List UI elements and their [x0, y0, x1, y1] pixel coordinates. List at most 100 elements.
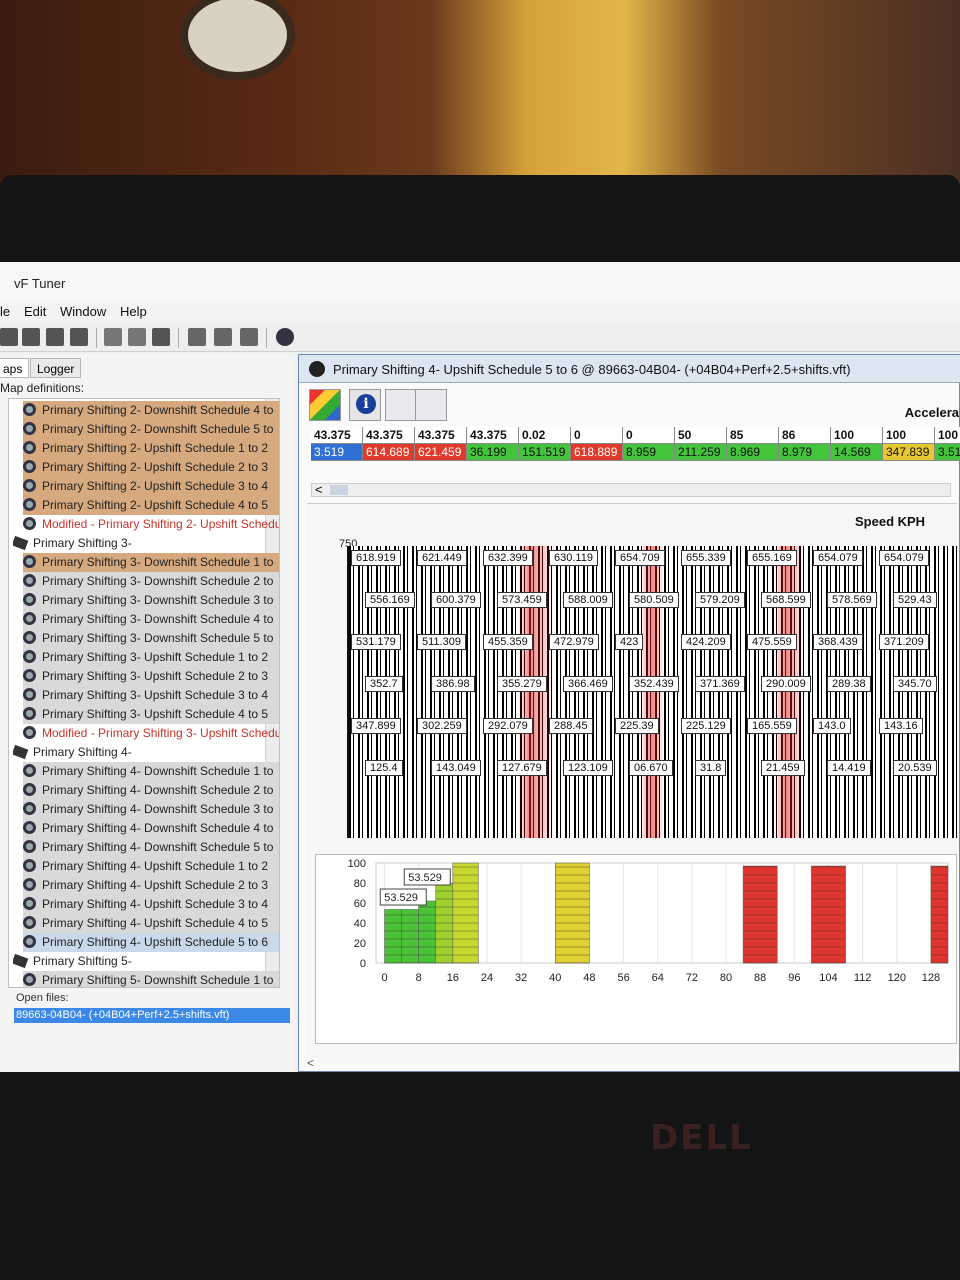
tree-item[interactable]: Primary Shifting 3- Downshift Schedule 2…: [23, 572, 279, 591]
surface-value-label: 289.38: [827, 676, 871, 692]
tree-folder[interactable]: Primary Shifting 4-: [13, 743, 275, 762]
open-icon[interactable]: [0, 328, 18, 346]
tree-item[interactable]: Modified - Primary Shifting 2- Upshift S…: [23, 515, 279, 534]
tree-item[interactable]: Primary Shifting 4- Upshift Schedule 5 t…: [23, 933, 279, 952]
gear-icon: [23, 650, 36, 663]
menu-file[interactable]: le: [0, 304, 10, 319]
y-tick-label: 100: [348, 858, 366, 870]
tab-maps[interactable]: aps: [0, 358, 30, 378]
tree-item[interactable]: Primary Shifting 3- Upshift Schedule 4 t…: [23, 705, 279, 724]
page-icon[interactable]: [415, 389, 447, 421]
surface-value-label: 355.279: [497, 676, 547, 692]
tree-folder[interactable]: Primary Shifting 3-: [13, 534, 275, 553]
color-palette-icon[interactable]: [309, 389, 341, 421]
screen: vF Tuner le Edit Window Help aps Logger …: [0, 262, 960, 1072]
table-header-cell: 0.02: [519, 427, 571, 444]
paste-icon[interactable]: [152, 328, 170, 346]
table-cell[interactable]: 8.959: [623, 444, 675, 461]
tree-item[interactable]: Primary Shifting 5- Downshift Schedule 1…: [23, 971, 279, 987]
info-icon[interactable]: [349, 389, 381, 421]
table-cell[interactable]: 614.689: [363, 444, 415, 461]
x-tick-label: 32: [515, 972, 527, 984]
tree-item[interactable]: Primary Shifting 2- Upshift Schedule 4 t…: [23, 496, 279, 515]
tree-item-label: Primary Shifting 3- Downshift Schedule 5…: [42, 631, 274, 645]
x-tick-label: 48: [583, 972, 595, 984]
save-all-icon[interactable]: [70, 328, 88, 346]
save-icon[interactable]: [46, 328, 64, 346]
brand-logo: DELL: [650, 1118, 753, 1158]
tile-vertical-icon[interactable]: [240, 328, 258, 346]
tree-item[interactable]: Primary Shifting 4- Upshift Schedule 2 t…: [23, 876, 279, 895]
table-cell[interactable]: 14.569: [831, 444, 883, 461]
table-horizontal-scrollbar[interactable]: [311, 482, 951, 497]
surface-value-label: 600.379: [431, 592, 481, 608]
table-cell[interactable]: 621.459: [415, 444, 467, 461]
tile-horizontal-icon[interactable]: [214, 328, 232, 346]
table-cell[interactable]: 8.969: [727, 444, 779, 461]
tree-item[interactable]: Primary Shifting 4- Downshift Schedule 2…: [23, 781, 279, 800]
table-cell[interactable]: 151.519: [519, 444, 571, 461]
table-cell[interactable]: 36.199: [467, 444, 519, 461]
settings-gear-icon[interactable]: [276, 328, 294, 346]
surface-value-label: 424.209: [681, 634, 731, 650]
surface-value-label: 366.469: [563, 676, 613, 692]
x-tick-label: 56: [617, 972, 629, 984]
tab-logger[interactable]: Logger: [30, 358, 82, 378]
page-icon[interactable]: [385, 389, 417, 421]
tree-item[interactable]: Primary Shifting 2- Upshift Schedule 3 t…: [23, 477, 279, 496]
map-window-title-bar[interactable]: Primary Shifting 4- Upshift Schedule 5 t…: [299, 355, 960, 383]
tree-item[interactable]: Primary Shifting 4- Upshift Schedule 4 t…: [23, 914, 279, 933]
tree-item[interactable]: Primary Shifting 4- Upshift Schedule 3 t…: [23, 895, 279, 914]
menu-window[interactable]: Window: [60, 304, 106, 319]
tree-item[interactable]: Primary Shifting 3- Downshift Schedule 3…: [23, 591, 279, 610]
table-cell[interactable]: 211.259: [675, 444, 727, 461]
tree-item[interactable]: Primary Shifting 3- Upshift Schedule 3 t…: [23, 686, 279, 705]
annotation-label: 53.529: [408, 872, 442, 884]
scroll-thumb[interactable]: [330, 485, 348, 495]
table-cell[interactable]: 347.839: [883, 444, 935, 461]
cascade-icon[interactable]: [188, 328, 206, 346]
tree-item[interactable]: Primary Shifting 4- Upshift Schedule 1 t…: [23, 857, 279, 876]
open-folder-icon[interactable]: [22, 328, 40, 346]
gear-icon: [23, 783, 36, 796]
tree-item[interactable]: Primary Shifting 3- Downshift Schedule 5…: [23, 629, 279, 648]
surface-value-label: 588.009: [563, 592, 613, 608]
tree-item[interactable]: Primary Shifting 4- Downshift Schedule 5…: [23, 838, 279, 857]
tree-item[interactable]: Primary Shifting 2- Upshift Schedule 2 t…: [23, 458, 279, 477]
table-cell[interactable]: 3.519: [311, 444, 363, 461]
table-cell[interactable]: 8.979: [779, 444, 831, 461]
tree-item-label: Primary Shifting 5- Downshift Schedule 1…: [42, 973, 274, 987]
tree-item[interactable]: Primary Shifting 2- Downshift Schedule 5…: [23, 420, 279, 439]
open-files-label: Open files:: [16, 992, 69, 1004]
x-tick-label: 40: [549, 972, 561, 984]
surface-value-label: 06.670: [629, 760, 673, 776]
gear-icon: [23, 821, 36, 834]
tree-item[interactable]: Primary Shifting 4- Downshift Schedule 1…: [23, 762, 279, 781]
tree-item[interactable]: Primary Shifting 3- Downshift Schedule 4…: [23, 610, 279, 629]
tree-item[interactable]: Primary Shifting 3- Upshift Schedule 2 t…: [23, 667, 279, 686]
table-cell[interactable]: 3.519: [935, 444, 960, 461]
folder-icon: [13, 744, 29, 760]
tree-item[interactable]: Primary Shifting 4- Downshift Schedule 3…: [23, 800, 279, 819]
gear-icon: [23, 878, 36, 891]
tree-item[interactable]: Primary Shifting 2- Upshift Schedule 1 t…: [23, 439, 279, 458]
tree-item[interactable]: Modified - Primary Shifting 3- Upshift S…: [23, 724, 279, 743]
table-header-cell: 85: [727, 427, 779, 444]
tree-item-label: Primary Shifting 2- Upshift Schedule 4 t…: [42, 498, 269, 512]
table-header-cell: 86: [779, 427, 831, 444]
table-cell[interactable]: 618.889: [571, 444, 623, 461]
surface-value-label: 580.509: [629, 592, 679, 608]
tree-item[interactable]: Primary Shifting 3- Upshift Schedule 1 t…: [23, 648, 279, 667]
tree-item[interactable]: Primary Shifting 2- Downshift Schedule 4…: [23, 401, 279, 420]
scroll-left-arrow[interactable]: <: [307, 1056, 314, 1070]
copy-icon[interactable]: [128, 328, 146, 346]
cut-icon[interactable]: [104, 328, 122, 346]
menu-help[interactable]: Help: [120, 304, 147, 319]
open-file-item[interactable]: 89663-04B04- (+04B04+Perf+2.5+shifts.vft…: [14, 1008, 290, 1023]
tree-item[interactable]: Primary Shifting 3- Downshift Schedule 1…: [23, 553, 279, 572]
tree-folder[interactable]: Primary Shifting 5-: [13, 952, 275, 971]
tree-item[interactable]: Primary Shifting 4- Downshift Schedule 4…: [23, 819, 279, 838]
gear-icon: [23, 973, 36, 986]
folder-icon: [13, 535, 29, 551]
menu-edit[interactable]: Edit: [24, 304, 46, 319]
